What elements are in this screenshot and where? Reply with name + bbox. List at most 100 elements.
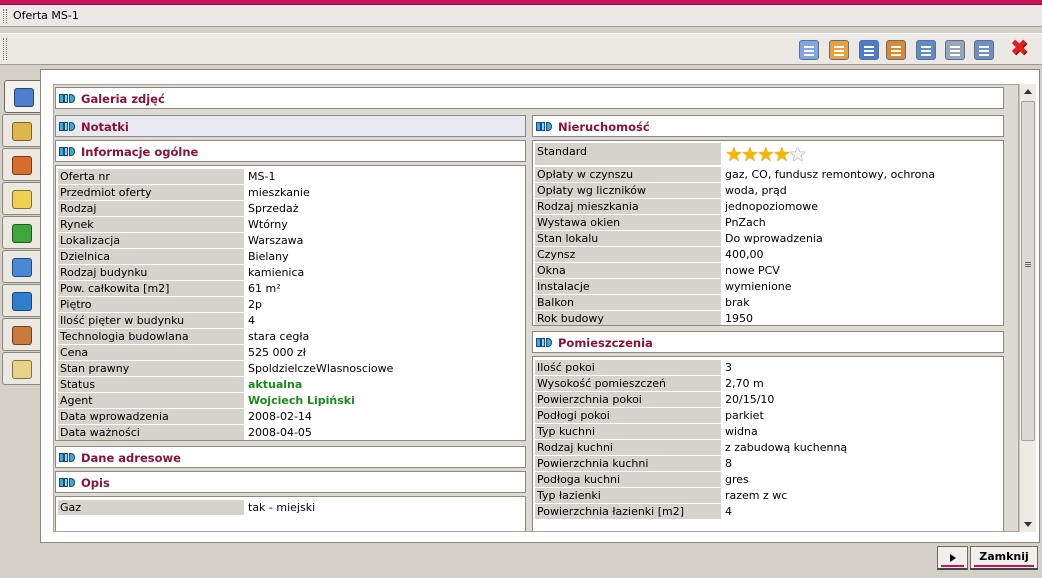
toolbar-button-calendar-window[interactable] [857,38,881,62]
vertical-scrollbar[interactable] [1019,84,1036,532]
row-value: nowe PCV [725,264,780,277]
row-value: brak [725,296,750,309]
toolbar-button-document-edit[interactable] [972,38,996,62]
printer-icon [945,40,965,60]
table-nieruchomosc: Standard ★★★★★ Opłaty w czynszu gaz, CO, … [532,140,1004,326]
toolbar-button-copy-document[interactable] [797,38,821,62]
row-value: jednopoziomowe [725,200,818,213]
row-label: Powierzchnia kuchni [535,456,721,471]
row-value: Do wprowadzenia [725,232,823,245]
table-row: Status aktualna [58,377,523,392]
star-empty-icon: ★ [788,143,807,165]
side-tab-globe[interactable] [2,284,40,317]
row-label: Balkon [535,295,721,310]
section-informacje-ogolne[interactable]: Informacje ogólne [55,140,526,162]
row-label: Data wprowadzenia [58,409,244,424]
row-value: widna [725,425,758,438]
table-row: Przedmiot oferty mieszkanie [58,185,523,200]
scroll-down-arrow-icon[interactable] [1024,522,1032,527]
toolbar-grip-handle[interactable] [3,38,7,60]
calculator-icon [916,40,936,60]
row-label: Rok budowy [535,311,721,325]
side-tab-picture[interactable] [2,250,40,283]
side-tab-notepad-pencil[interactable] [2,182,40,215]
book-icon [12,360,32,379]
row-value: 2008-04-05 [248,426,312,439]
table-pomieszczenia: Ilość pokoi 3 Wysokość pomieszczeń 2,70 m Po… [532,356,1004,531]
table-row: Agent Wojciech Lipiński [58,393,523,408]
row-value: wymienione [725,280,792,293]
row-value: gaz, CO, fundusz remontowy, ochrona [725,168,936,181]
section-title: Opis [81,476,110,490]
globe-icon [12,292,32,311]
row-label: Rodzaj budynku [58,265,244,280]
folder-icon [12,224,32,243]
row-value: aktualna [248,378,303,391]
row-value: mieszkanie [248,186,310,199]
table-row: Rodzaj mieszkania jednopoziomowe [535,199,1001,214]
section-pomieszczenia[interactable]: Pomieszczenia [532,331,1004,353]
section-toggle-icon [59,122,77,131]
row-value: parkiet [725,409,764,422]
side-tab-users[interactable] [2,318,40,351]
table-row: Podłogi pokoi parkiet [535,408,1001,423]
side-tab-window[interactable] [4,80,42,113]
table-informacje-ogolne: Oferta nr MS-1 Przedmiot oferty mieszkanie R… [55,165,526,441]
row-value: 8 [725,457,732,470]
brush-icon [12,122,32,141]
section-nieruchomosc[interactable]: Nieruchomość [532,115,1004,137]
copy-document-icon [799,40,819,60]
button-underline [941,565,964,567]
close-button[interactable]: ✖ [1008,37,1032,62]
side-tab-book[interactable] [2,352,40,385]
table-row: Typ łazienki razem z wc [535,488,1001,503]
row-value: Wojciech Lipiński [248,394,355,407]
row-value: 2p [248,298,262,311]
section-galeria-zdjec[interactable]: Galeria zdjęć [55,87,1004,109]
side-tab-folder[interactable] [2,216,40,249]
row-label: Podłogi pokoi [535,408,721,423]
toolbar-button-print-preview[interactable] [827,38,851,62]
row-value: 525 000 zł [248,346,306,359]
main-panel: Galeria zdjęć Notatki Informacje ogólne … [40,69,1040,543]
next-button[interactable] [937,546,968,570]
row-label: Rodzaj mieszkania [535,199,721,214]
table-row: Opłaty wg liczników woda, prąd [535,183,1001,198]
table-row: Rodzaj kuchni z zabudową kuchenną [535,440,1001,455]
row-label: Okna [535,263,721,278]
section-dane-adresowe[interactable]: Dane adresowe [55,446,526,468]
row-label: Dzielnica [58,249,244,264]
row-value: stara cegła [248,330,310,343]
row-label: Status [58,377,244,392]
table-row: Typ kuchni widna [535,424,1001,439]
side-tab-brush[interactable] [2,114,40,147]
side-tab-house[interactable] [2,148,40,181]
row-value: Warszawa [248,234,304,247]
scroll-thumb[interactable] [1021,101,1035,441]
row-label: Przedmiot oferty [58,185,244,200]
toolbar-button-printer[interactable] [943,38,967,62]
toolbar-button-house-export[interactable] [884,38,908,62]
table-row: Czynsz 400,00 [535,247,1001,262]
row-value: kamienica [248,266,305,279]
table-row: Instalacje wymienione [535,279,1001,294]
button-underline [974,565,1034,567]
toolbar-button-calculator[interactable] [914,38,938,62]
grip-handle[interactable] [3,9,7,23]
table-row: Powierzchnia pokoi 20/15/10 [535,392,1001,407]
toolbar: ✖ [0,33,1042,65]
scroll-up-arrow-icon[interactable] [1024,89,1032,94]
house-icon [12,156,32,175]
table-row: Rodzaj budynku kamienica [58,265,523,280]
table-row: Cena 525 000 zł [58,345,523,360]
row-value: 2008-02-14 [248,410,312,423]
footer-bar: Zamknij [0,543,1042,578]
row-value: Bielany [248,250,289,263]
section-title: Informacje ogólne [81,145,199,159]
section-title: Pomieszczenia [558,336,653,350]
row-label: Typ kuchni [535,424,721,439]
section-opis[interactable]: Opis [55,471,526,493]
close-window-button[interactable]: Zamknij [970,546,1038,570]
standard-rating: ★★★★★ [723,143,1001,165]
section-notatki[interactable]: Notatki [55,115,526,137]
